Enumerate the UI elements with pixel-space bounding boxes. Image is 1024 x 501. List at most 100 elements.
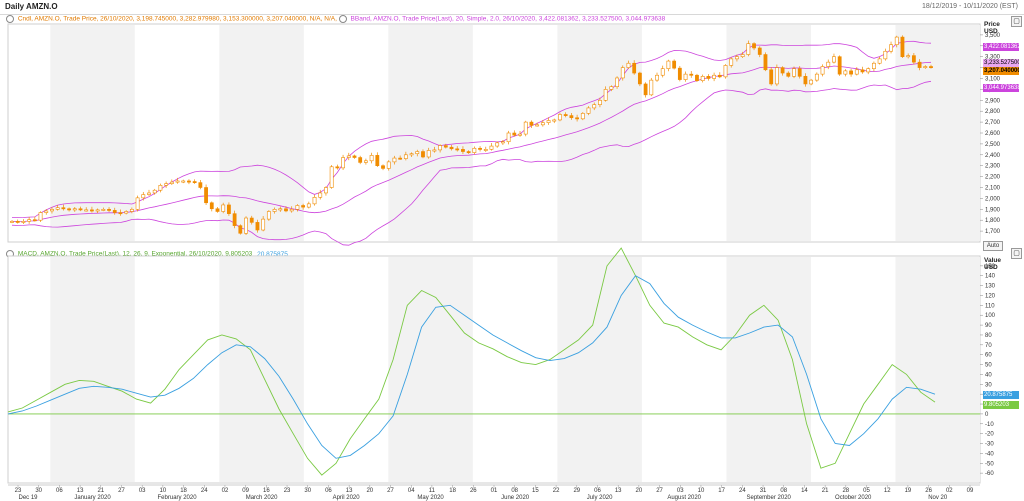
x-tick-label: 24 [739, 488, 746, 494]
macd-tick-label: 130 [985, 284, 996, 290]
legend-candle[interactable]: Cndl, AMZN.O, Trade Price, 26/10/2020, 3… [18, 16, 337, 23]
candle-body [797, 68, 802, 77]
candle-body [466, 151, 471, 154]
month-band [219, 257, 304, 482]
x-month-label: March 2020 [246, 495, 278, 501]
x-month-label: April 2020 [333, 495, 361, 501]
candle-body [255, 222, 260, 231]
candle-body [398, 157, 403, 160]
date-range: 18/12/2019 - 10/11/2020 (EST) [922, 3, 1018, 10]
macd-axis: -60-50-40-30-20-100102030405060708090100… [8, 264, 996, 477]
indicator-settings-icon[interactable] [338, 15, 347, 23]
candle-body [832, 56, 836, 63]
candle-body [735, 56, 739, 60]
month-band [219, 25, 304, 241]
candle-body [272, 209, 277, 212]
candle-body [575, 117, 579, 120]
candle-body [906, 55, 911, 58]
candle-body [552, 119, 557, 122]
candle-body [38, 212, 43, 221]
x-tick-label: 23 [15, 488, 22, 494]
legend-macd[interactable]: MACD, AMZN.O, Trade Price(Last), 12, 26,… [18, 251, 253, 258]
candles [10, 35, 933, 236]
panel-menu-icon[interactable]: ▢ [1011, 16, 1022, 27]
x-tick-label: 27 [387, 488, 394, 494]
panel-menu-icon[interactable]: ▢ [1011, 248, 1022, 259]
x-month-label: July 2020 [587, 495, 613, 501]
candle-body [101, 209, 106, 211]
candle-body [10, 220, 14, 223]
candle-body [238, 225, 243, 234]
x-tick-label: 10 [160, 488, 167, 494]
candle-body [135, 197, 140, 210]
auto-scale-button[interactable]: Auto [983, 241, 1003, 251]
x-tick-label: 18 [180, 488, 187, 494]
candle-body [164, 183, 169, 186]
x-month-label: May 2020 [417, 495, 444, 501]
price-tick-label: 2,400 [985, 153, 1001, 159]
x-tick-label: 02 [222, 488, 229, 494]
signal-line [7, 275, 936, 459]
candle-body [854, 69, 859, 75]
candle-body [432, 149, 437, 152]
candle-body [112, 210, 117, 213]
x-tick-label: 21 [97, 488, 104, 494]
candle-body [609, 86, 614, 90]
band-middle [11, 61, 932, 223]
candle-body [746, 43, 751, 55]
legend-signal[interactable]: 20.875875 [257, 251, 288, 258]
candle-body [55, 207, 60, 210]
tag-macd: 9.805203 [983, 401, 1019, 409]
candle-body [261, 218, 266, 231]
price-tick-label: 2,600 [985, 131, 1001, 137]
candle-body [306, 203, 311, 208]
macd-line [7, 247, 936, 476]
macd-tick-label: 0 [985, 412, 989, 418]
candle-body [90, 209, 94, 212]
candle-body [227, 204, 231, 214]
legend-bband[interactable]: BBand, AMZN.O, Trade Price(Last), 20, Si… [351, 16, 666, 23]
candle-body [872, 62, 876, 69]
candle-body [900, 36, 905, 58]
candle-body [877, 58, 882, 64]
macd-tick-label: -60 [985, 471, 994, 477]
candle-body [666, 60, 671, 69]
candle-body [352, 155, 357, 158]
candle-body [603, 89, 608, 101]
price-tick-label: 1,800 [985, 218, 1001, 224]
candle-body [729, 58, 734, 66]
candle-body [809, 79, 814, 85]
candle-body [78, 208, 83, 211]
indicator-settings-icon[interactable] [6, 250, 14, 258]
band-upper [11, 40, 932, 219]
candle-body [187, 180, 191, 183]
candle-body [894, 36, 899, 46]
macd-tick-label: 120 [985, 293, 996, 299]
candle-body [689, 73, 694, 76]
x-month-label: January 2020 [74, 495, 111, 501]
x-tick-label: 06 [56, 488, 63, 494]
candle-body [44, 210, 49, 213]
candle-body [192, 181, 197, 184]
candle-body [107, 209, 111, 211]
candle-body [540, 122, 545, 126]
macd-tick-label: -20 [985, 432, 994, 438]
candle-body [169, 181, 174, 184]
candle-body [118, 212, 123, 215]
candle-body [649, 79, 654, 96]
candle-body [266, 211, 271, 220]
candle-body [312, 197, 317, 205]
candle-body [489, 145, 494, 150]
candle-body [386, 161, 391, 169]
macd-tick-label: 50 [985, 363, 992, 369]
candle-body [415, 151, 420, 155]
candle-body [152, 189, 157, 194]
legend-row-macd: MACD, AMZN.O, Trade Price(Last), 12, 26,… [6, 250, 288, 258]
candle-body [204, 187, 208, 204]
candle-body [215, 208, 220, 212]
indicator-settings-icon[interactable] [6, 15, 14, 23]
candle-body [472, 147, 477, 153]
candle-body [72, 208, 77, 211]
candle-body [329, 166, 334, 188]
candle-body [592, 104, 597, 109]
